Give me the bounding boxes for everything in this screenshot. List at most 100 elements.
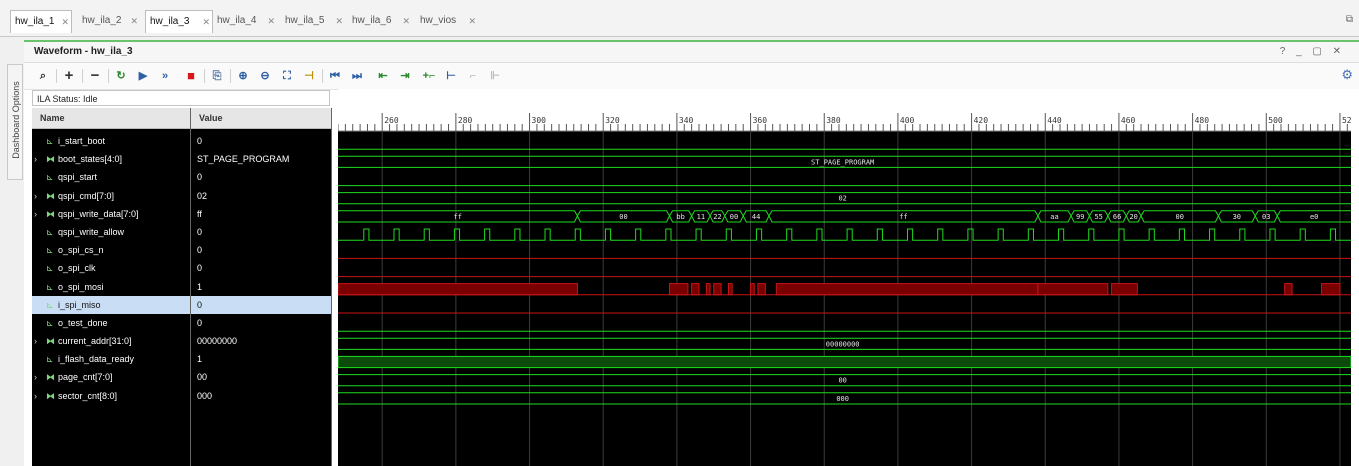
signal-row[interactable]: ⊾ i_start_boot <box>32 132 190 150</box>
previous-marker-icon[interactable]: ⊢ <box>442 67 460 85</box>
waveform-toolbar: ⌕ + − ↻ ▶ » ■ ⎘ ⊕ ⊖ ⛶ ⊣ ⏮ ⏭ ⇤ ⇥ +⌐ ⊢ ⌐ ⊩… <box>24 63 1359 90</box>
value-row[interactable]: 02 <box>191 187 331 205</box>
tab-label: hw_ila_1 <box>15 16 55 27</box>
value-row[interactable]: 00 <box>191 368 331 386</box>
signal-row[interactable]: › ⧓ qspi_write_data[7:0] <box>32 205 190 223</box>
minus-icon[interactable]: − <box>86 67 104 85</box>
signal-row[interactable]: › ⧓ sector_cnt[8:0] <box>32 387 190 405</box>
signal-value: 0 <box>197 136 203 146</box>
close-icon[interactable]: ✕ <box>335 10 343 32</box>
tab-label: hw_vios <box>420 15 457 26</box>
panel-window-controls[interactable]: ? _ ▢ ✕ <box>1280 46 1345 57</box>
previous-transition-icon[interactable]: ⇤ <box>374 67 392 85</box>
signal-row[interactable]: ⊾ i_spi_miso <box>32 295 190 314</box>
wave-qspi-write-data-label: e0 <box>1310 213 1318 221</box>
waveform-canvas[interactable]: 260 280 300 320 340 360 380 400 420 440 460 480 500 5… <box>338 89 1351 466</box>
value-row[interactable]: 0 <box>191 223 331 241</box>
tab-hw-ila-2[interactable]: hw_ila_2 ✕ <box>78 10 140 32</box>
close-icon[interactable]: ✕ <box>402 10 410 32</box>
waveform-scroll-gutter[interactable] <box>1351 89 1359 466</box>
export-icon[interactable]: ⎘ <box>208 67 226 85</box>
expand-chevron-icon[interactable]: › <box>34 187 44 205</box>
signal-row[interactable]: ⊾ o_test_done <box>32 314 190 332</box>
search-icon[interactable]: ⌕ <box>34 67 52 85</box>
signal-value: 00 <box>197 372 208 383</box>
go-to-start-icon[interactable]: ⏮ <box>326 67 344 85</box>
value-row[interactable]: 0 <box>191 295 331 314</box>
next-marker-icon[interactable]: ⌐ <box>464 67 482 85</box>
plus-icon[interactable]: + <box>60 67 78 85</box>
expand-chevron-icon[interactable]: › <box>34 387 44 405</box>
tab-hw-ila-1[interactable]: hw_ila_1 ✕ <box>10 10 72 33</box>
wave-qspi-write-data-label: 66 <box>1113 213 1121 221</box>
value-row[interactable]: 0 <box>191 259 331 277</box>
wave-sector-cnt-label: 000 <box>836 395 849 403</box>
fast-forward-icon[interactable]: » <box>156 67 174 85</box>
close-icon[interactable]: ✕ <box>468 10 476 32</box>
expand-chevron-icon[interactable]: › <box>34 332 44 350</box>
waveform-svg[interactable]: 260 280 300 320 340 360 380 400 420 440 460 480 500 5… <box>338 89 1351 466</box>
zoom-out-icon[interactable]: ⊖ <box>256 67 274 85</box>
dashboard-options-tab[interactable]: Dashboard Options <box>7 64 23 180</box>
value-column-header[interactable]: Value <box>191 108 331 129</box>
signal-name: o_test_done <box>58 317 108 328</box>
close-icon[interactable]: ✕ <box>267 10 275 32</box>
expand-chevron-icon[interactable]: › <box>34 150 44 168</box>
tab-hw-ila-3[interactable]: hw_ila_3 ✕ <box>145 10 213 33</box>
wave-qspi-write-data-label: 00 <box>1175 213 1183 221</box>
marker-icon[interactable]: ⊣ <box>300 67 318 85</box>
name-column-header[interactable]: Name <box>32 108 190 129</box>
value-row[interactable]: ST_PAGE_PROGRAM <box>191 150 331 168</box>
go-to-end-icon[interactable]: ⏭ <box>348 67 366 85</box>
tab-hw-ila-6[interactable]: hw_ila_6 ✕ <box>348 10 412 32</box>
signal-row[interactable]: › ⧓ current_addr[31:0] <box>32 332 190 350</box>
expand-chevron-icon[interactable]: › <box>34 205 44 223</box>
expand-chevron-icon[interactable]: › <box>34 368 44 386</box>
dashboard-options-label: Dashboard Options <box>11 81 21 159</box>
swap-cursors-icon[interactable]: ⊩ <box>486 67 504 85</box>
signal-row[interactable]: › ⧓ page_cnt[7:0] <box>32 368 190 386</box>
bus-icon: ⧓ <box>46 154 55 165</box>
next-transition-icon[interactable]: ⇥ <box>396 67 414 85</box>
wave-o-spi-mosi-block <box>705 283 711 296</box>
signal-row[interactable]: ⊾ o_spi_clk <box>32 259 190 277</box>
value-row[interactable]: 00000000 <box>191 332 331 350</box>
close-icon[interactable]: ✕ <box>202 11 210 33</box>
zoom-in-icon[interactable]: ⊕ <box>234 67 252 85</box>
wave-qspi-write-allow <box>338 228 1351 241</box>
wire-icon: ⊾ <box>46 136 54 146</box>
signal-row[interactable]: › ⧓ boot_states[4:0] <box>32 150 190 168</box>
zoom-fit-icon[interactable]: ⛶ <box>278 67 296 85</box>
value-row[interactable]: 1 <box>191 350 331 368</box>
signal-row[interactable]: ⊾ qspi_write_allow <box>32 223 190 241</box>
signal-name: page_cnt[7:0] <box>58 372 113 383</box>
tab-hw-vios[interactable]: hw_vios ✕ <box>416 10 478 32</box>
close-icon[interactable]: ✕ <box>61 11 69 33</box>
value-row[interactable]: ff <box>191 205 331 223</box>
signal-row[interactable]: ⊾ o_spi_cs_n <box>32 241 190 259</box>
close-icon[interactable]: ✕ <box>130 10 138 32</box>
tab-hw-ila-4[interactable]: hw_ila_4 ✕ <box>213 10 277 32</box>
signal-row[interactable]: › ⧓ qspi_cmd[7:0] <box>32 187 190 205</box>
signal-value-column: Value 0 ST_PAGE_PROGRAM 0 02 ff 0 0 0 1 0 0 0000000… <box>191 108 332 466</box>
signal-value: 0 <box>197 172 203 183</box>
stop-icon[interactable]: ■ <box>182 67 200 85</box>
wave-o-spi-mosi-block <box>1284 283 1293 296</box>
value-row[interactable]: 000 <box>191 387 331 405</box>
signal-row[interactable]: ⊾ o_spi_mosi <box>32 278 190 296</box>
value-row[interactable]: 0 <box>191 132 331 150</box>
restore-icon[interactable]: ⧉ <box>1346 14 1353 25</box>
value-row[interactable]: 0 <box>191 168 331 186</box>
tab-hw-ila-5[interactable]: hw_ila_5 ✕ <box>281 10 345 32</box>
play-icon[interactable]: ▶ <box>134 67 152 85</box>
signal-row[interactable]: ⊾ i_flash_data_ready <box>32 350 190 368</box>
run-trigger-icon[interactable]: ↻ <box>112 67 130 85</box>
value-row[interactable]: 0 <box>191 241 331 259</box>
value-row[interactable]: 1 <box>191 278 331 296</box>
value-row[interactable]: 0 <box>191 314 331 332</box>
signal-name: qspi_start <box>58 172 98 183</box>
bus-icon: ⧓ <box>46 372 55 383</box>
gear-icon[interactable]: ⚙ <box>1341 67 1353 83</box>
signal-row[interactable]: ⊾ qspi_start <box>32 168 190 186</box>
add-marker-icon[interactable]: +⌐ <box>420 67 438 85</box>
